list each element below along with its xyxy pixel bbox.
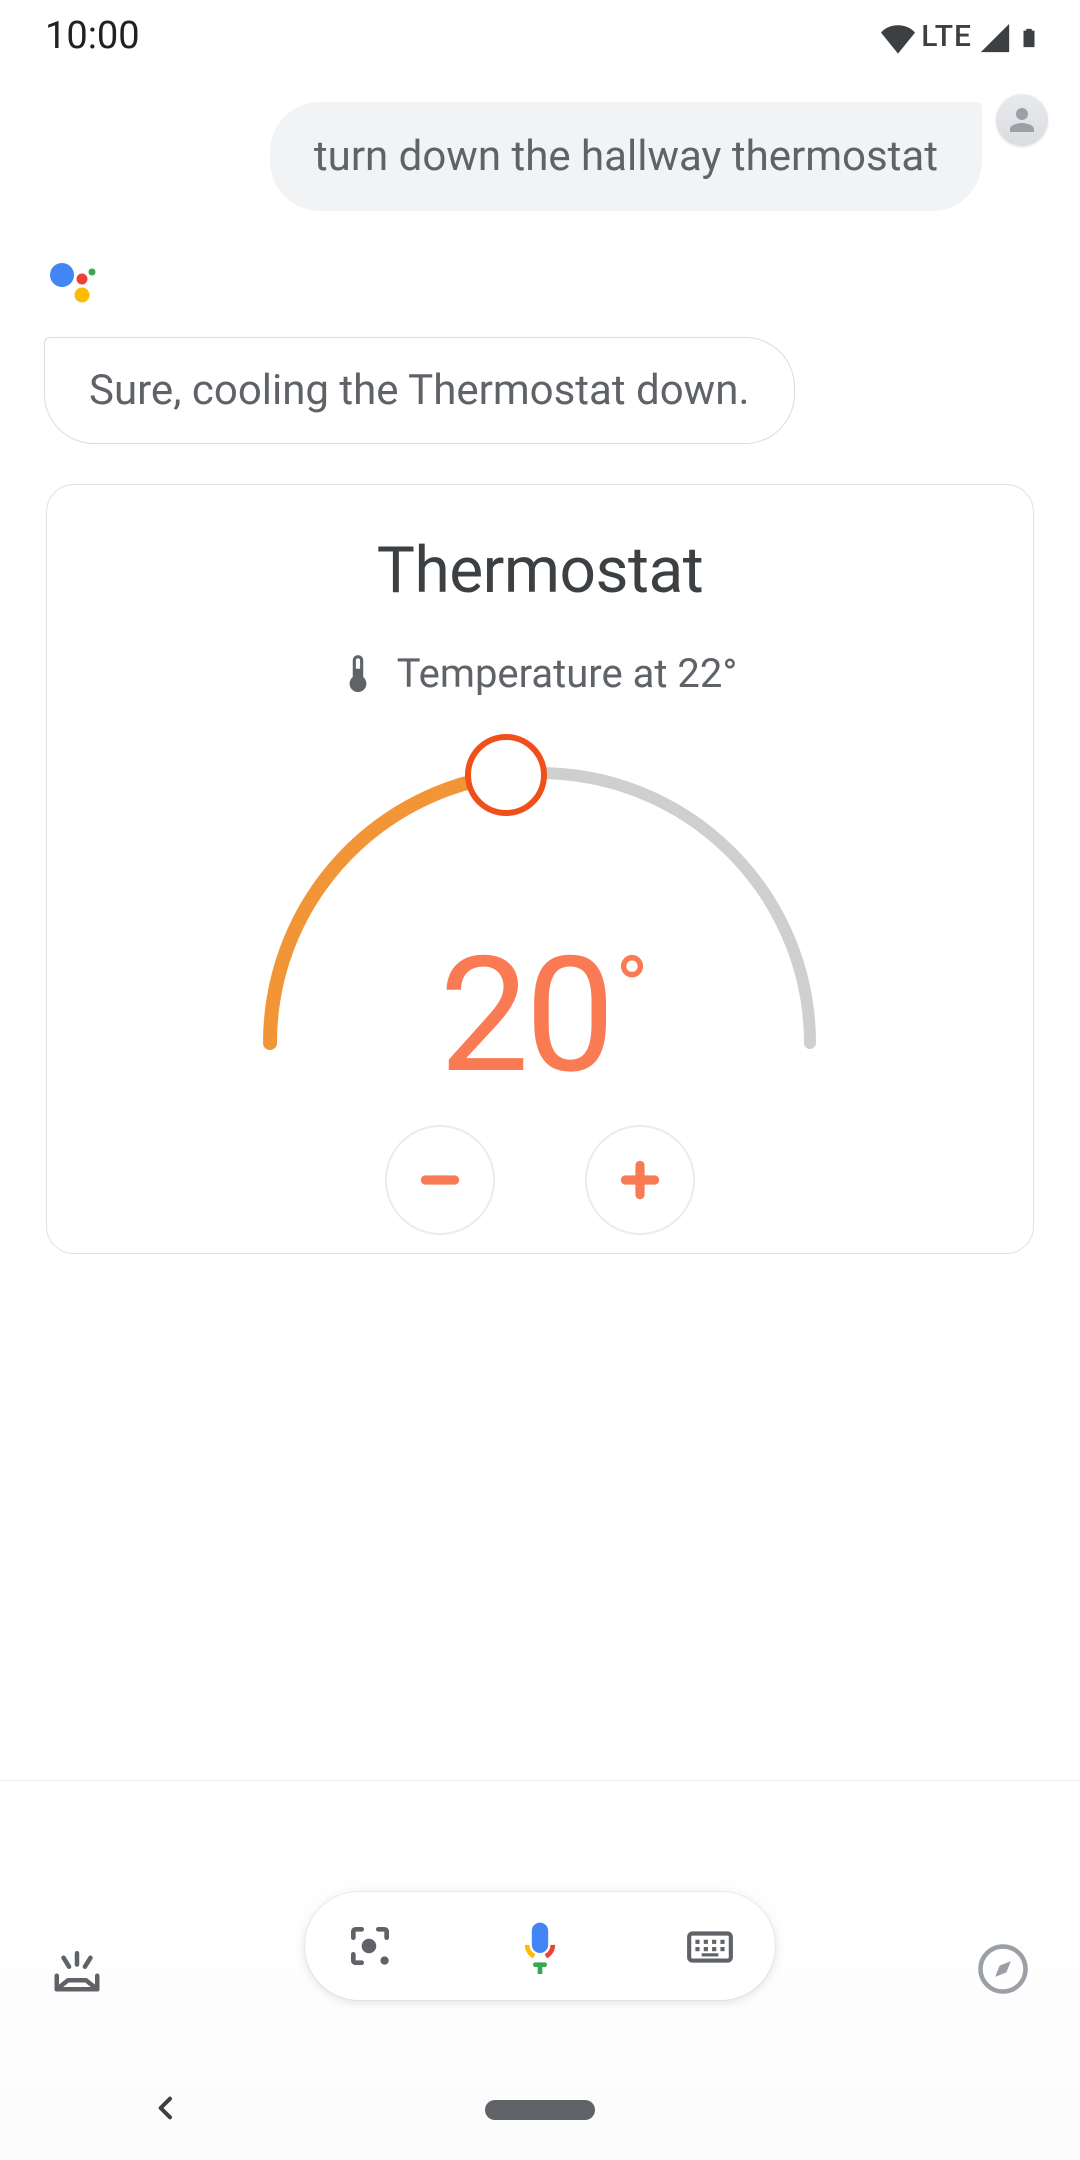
home-gesture-pill[interactable] — [485, 2100, 595, 2120]
setpoint-value: 20 — [439, 923, 611, 1110]
assistant-message-bubble: Sure, cooling the Thermostat down. — [44, 337, 795, 444]
keyboard-icon — [685, 1921, 735, 1971]
status-time: 10:00 — [45, 14, 140, 58]
decrease-button[interactable] — [385, 1125, 495, 1235]
conversation-area: turn down the hallway thermostat Sure, c… — [0, 72, 1080, 1254]
back-button[interactable] — [150, 2092, 182, 2128]
google-assistant-icon — [48, 261, 96, 309]
minus-icon — [418, 1158, 462, 1202]
status-right: LTE — [881, 14, 1040, 58]
thermostat-card: Thermostat Temperature at 22° 20° — [46, 484, 1034, 1254]
adjust-buttons-row — [385, 1125, 695, 1235]
system-nav-bar — [0, 2060, 1080, 2160]
plus-icon — [618, 1158, 662, 1202]
thermostat-title: Thermostat — [377, 533, 703, 608]
assistant-input-pill[interactable] — [305, 1892, 775, 2000]
current-temperature-label: Temperature at 22° — [397, 650, 738, 697]
thermometer-icon — [343, 653, 373, 695]
person-icon — [1004, 102, 1040, 138]
user-message-row: turn down the hallway thermostat — [32, 102, 1048, 211]
wifi-icon — [881, 14, 915, 58]
google-lens-icon — [345, 1921, 395, 1971]
temperature-dial[interactable]: 20° — [230, 713, 850, 1073]
status-bar: 10:00 LTE — [0, 0, 1080, 72]
dial-handle[interactable] — [468, 737, 544, 813]
explore-button[interactable] — [976, 1942, 1030, 2000]
updates-icon — [50, 1942, 104, 1996]
microphone-button[interactable] — [512, 1918, 568, 1974]
back-icon — [150, 2092, 182, 2124]
compass-icon — [976, 1942, 1030, 1996]
setpoint-display: 20° — [230, 923, 850, 1110]
assistant-message-row: Sure, cooling the Thermostat down. — [44, 261, 1048, 444]
cell-signal-icon — [978, 14, 1012, 58]
microphone-icon — [512, 1918, 568, 1974]
user-message-bubble: turn down the hallway thermostat — [270, 102, 982, 211]
increase-button[interactable] — [585, 1125, 695, 1235]
google-lens-button[interactable] — [345, 1921, 395, 1971]
battery-icon — [1018, 14, 1040, 58]
keyboard-button[interactable] — [685, 1921, 735, 1971]
avatar[interactable] — [996, 94, 1048, 146]
setpoint-degree: ° — [615, 937, 645, 1042]
current-temperature-row: Temperature at 22° — [343, 650, 738, 697]
updates-button[interactable] — [50, 1942, 104, 2000]
network-label: LTE — [921, 19, 972, 54]
